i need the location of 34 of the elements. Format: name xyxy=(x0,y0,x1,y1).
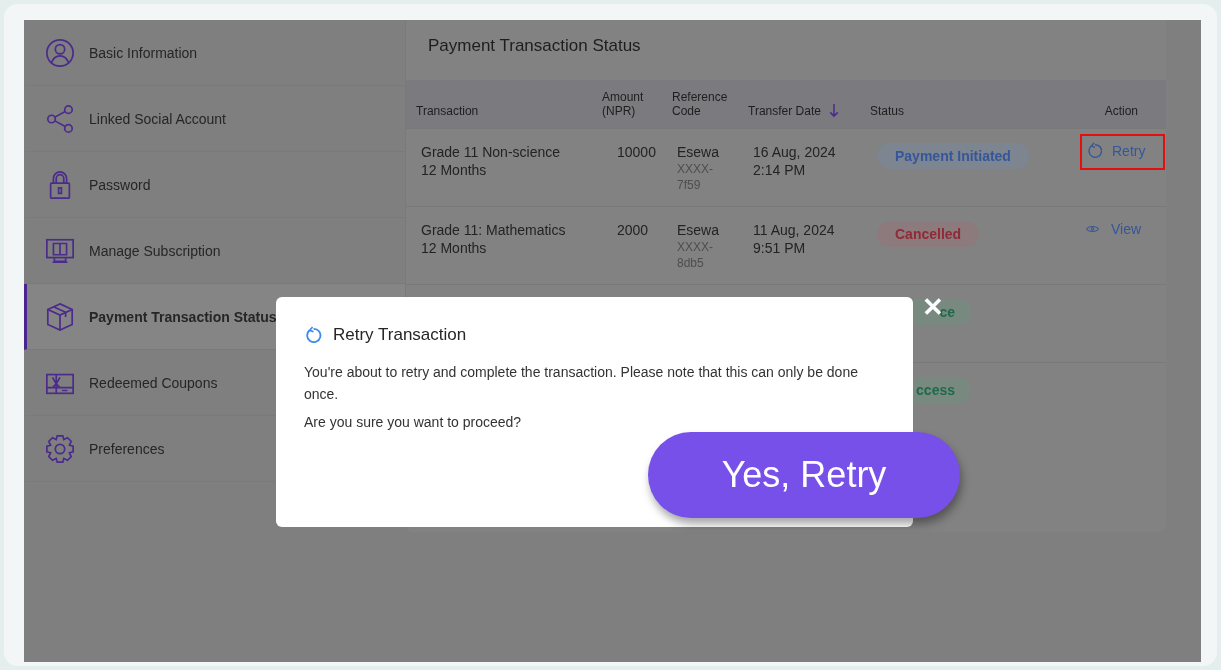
status-badge: Payment Initiated xyxy=(877,143,1029,169)
panel-title: Payment Transaction Status xyxy=(427,35,642,57)
table-cell: 12 Months xyxy=(421,161,487,179)
table-cell: 10000 xyxy=(617,143,656,161)
sort-arrow-icon[interactable] xyxy=(828,103,839,118)
sidebar-label: Password xyxy=(89,176,151,193)
table-cell: Esewa xyxy=(677,143,720,161)
table-cell: 12 Months xyxy=(421,239,487,257)
column-header[interactable]: Transfer Date xyxy=(748,103,821,118)
table-cell: Grade 11 Non-science xyxy=(421,143,561,161)
column-header: Amount (NPR) xyxy=(602,90,645,118)
table-cell: 2000 xyxy=(617,221,649,239)
column-header: Reference Code xyxy=(672,90,729,118)
sidebar-label: Redeemed Coupons xyxy=(89,374,218,391)
column-header: Transaction xyxy=(416,104,479,118)
table-cell: Grade 11: Mathematics xyxy=(421,221,566,239)
table-cell: Esewa xyxy=(677,221,720,239)
sidebar-label: Basic Information xyxy=(89,44,198,61)
sidebar-label: Linked Social Account xyxy=(89,110,226,127)
eye-icon xyxy=(1086,224,1099,234)
sidebar-label: Manage Subscription xyxy=(89,242,221,259)
table-cell: 2:14 PM xyxy=(753,161,806,179)
confirm-button[interactable]: Yes, Retry xyxy=(648,432,960,518)
table-cell: 11 Aug, 2024 xyxy=(753,221,835,239)
status-badge: Cancelled xyxy=(877,221,980,247)
retry-icon xyxy=(1086,142,1104,160)
column-header: Status xyxy=(870,104,905,118)
sidebar-item[interactable]: Basic Information xyxy=(24,20,405,86)
table-cell: 16 Aug, 2024 xyxy=(753,143,836,161)
sidebar-label: Payment Transaction Status xyxy=(89,308,277,325)
retry-icon xyxy=(304,325,323,345)
column-header: Action xyxy=(1104,104,1138,118)
sidebar-label: Preferences xyxy=(89,440,165,457)
table-cell: 9:51 PM xyxy=(753,239,806,257)
